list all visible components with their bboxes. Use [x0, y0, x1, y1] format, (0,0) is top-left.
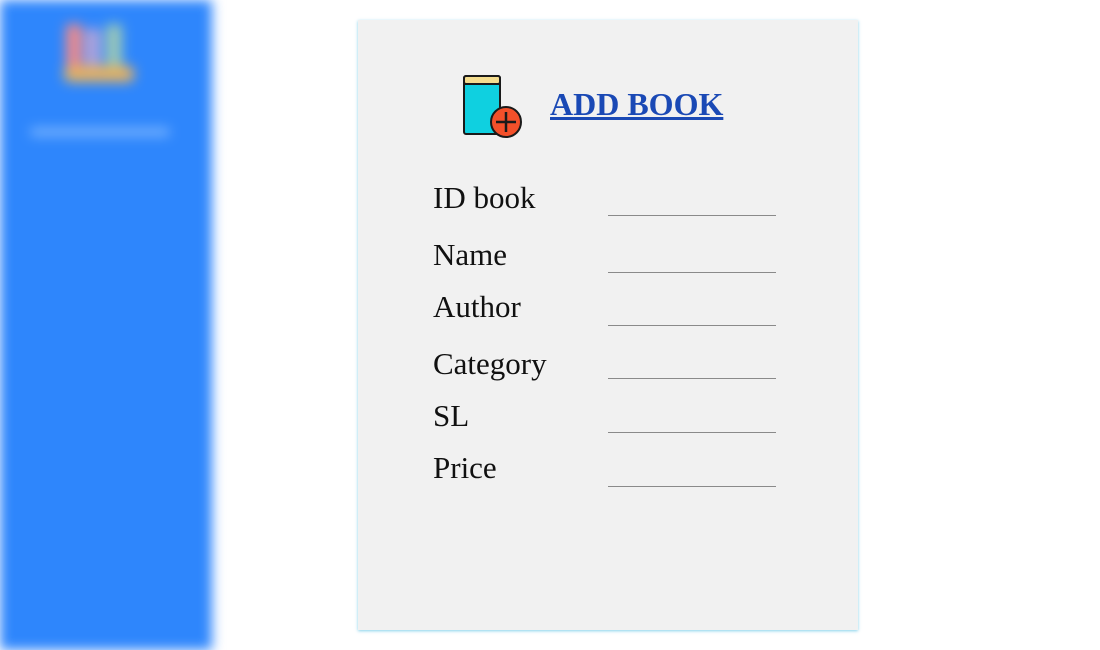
price-input[interactable]: [608, 458, 776, 487]
field-label-price: Price: [433, 450, 497, 485]
card-header: ADD BOOK: [460, 72, 723, 142]
field-label-category: Category: [433, 346, 547, 381]
field-label-name: Name: [433, 237, 508, 272]
field-label-id-book: ID book: [433, 180, 536, 215]
field-label-author: Author: [433, 289, 521, 324]
sidebar-caption: [30, 128, 170, 136]
field-label-sl: SL: [433, 398, 470, 433]
books-logo-icon: [64, 24, 134, 82]
author-input[interactable]: [608, 297, 776, 326]
id-book-input[interactable]: [608, 187, 776, 216]
category-input[interactable]: [608, 350, 776, 379]
name-input[interactable]: [608, 244, 776, 273]
add-book-card: ADD BOOK ID book Name Author Category SL…: [358, 20, 858, 630]
book-add-icon: [463, 75, 522, 138]
sidebar: [0, 0, 212, 650]
sl-input[interactable]: [608, 404, 776, 433]
page-title[interactable]: ADD BOOK: [550, 88, 723, 120]
